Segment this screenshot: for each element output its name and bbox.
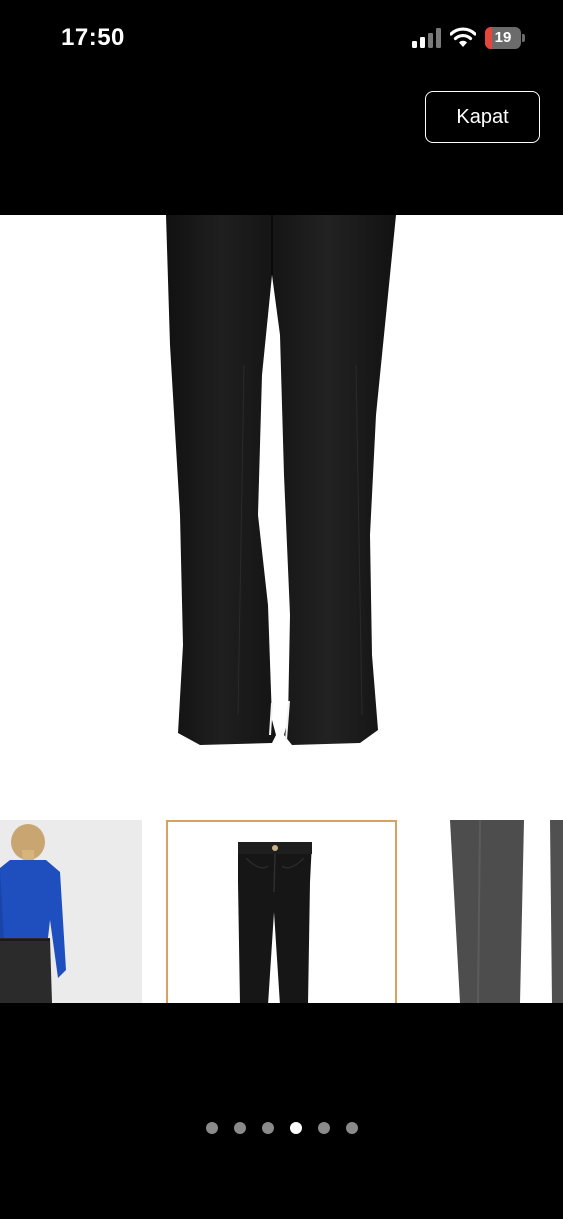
main-product-image[interactable] (0, 215, 563, 813)
pager-dot[interactable] (233, 1122, 246, 1134)
black-jeans-illustration (166, 215, 396, 745)
battery-level: 19 (494, 29, 512, 46)
status-bar: 17:50 19 (0, 0, 563, 80)
close-button[interactable]: Kapat (425, 91, 540, 143)
battery-body: 19 (485, 27, 521, 49)
wifi-icon (450, 27, 476, 47)
battery-cap (522, 34, 525, 42)
model-back-view-image (0, 820, 142, 1003)
thumbnail-3[interactable] (420, 820, 563, 1003)
pager-dot[interactable] (261, 1122, 274, 1134)
status-time: 17:50 (61, 24, 125, 51)
black-jeans-front-image (168, 822, 395, 1003)
thumbnail-2[interactable] (166, 820, 397, 1003)
thumbnail-1[interactable] (0, 820, 142, 1003)
cellular-signal-icon (412, 28, 441, 48)
jeans-detail-image (420, 820, 563, 1003)
battery-icon: 19 (485, 27, 525, 49)
pager-dot[interactable] (205, 1122, 218, 1134)
image-pager (0, 1122, 563, 1138)
pager-dot[interactable] (289, 1122, 302, 1134)
pager-dot[interactable] (345, 1122, 358, 1134)
thumbnail-strip (0, 813, 563, 1003)
pager-dot[interactable] (317, 1122, 330, 1134)
